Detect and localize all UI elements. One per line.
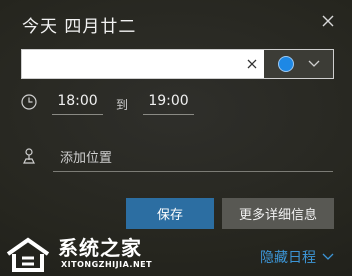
chevron-down-icon [322, 253, 334, 260]
end-time-picker[interactable]: 19:00 [143, 93, 194, 115]
dialog-title: 今天 四月廿二 [22, 17, 137, 37]
clear-icon[interactable] [240, 50, 264, 78]
hide-schedule-label: 隐藏日程 [260, 250, 316, 266]
watermark-name: 系统之家 [58, 236, 142, 260]
event-title-field [21, 49, 334, 79]
hide-schedule-link[interactable]: 隐藏日程 [260, 247, 334, 267]
more-details-button[interactable]: 更多详细信息 [222, 198, 334, 229]
location-icon [20, 147, 38, 165]
time-separator: 到 [116, 98, 129, 112]
clock-icon [20, 93, 38, 111]
location-input[interactable]: 添加位置 [53, 147, 333, 172]
chevron-down-icon [308, 60, 319, 67]
event-title-input[interactable] [22, 50, 240, 78]
calendar-color-dropdown[interactable] [264, 50, 333, 78]
close-icon[interactable] [320, 13, 336, 29]
watermark-url: XITONGZHIJIA.NET [61, 260, 153, 269]
color-swatch [277, 56, 294, 72]
start-time-picker[interactable]: 18:00 [52, 93, 103, 115]
